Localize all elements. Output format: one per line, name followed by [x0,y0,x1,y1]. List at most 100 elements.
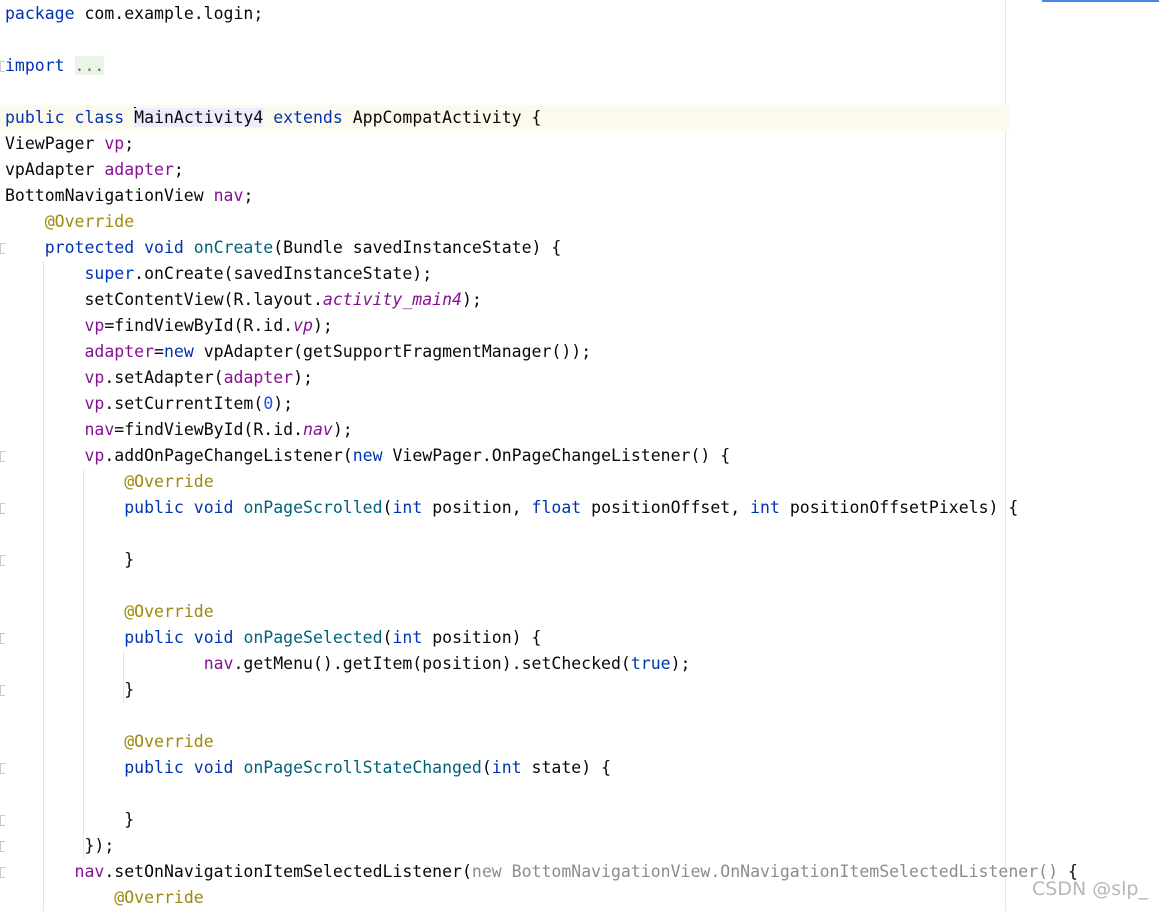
code-token: 0 [263,394,274,413]
code-line[interactable]: public class MainActivity4 extends AppCo… [0,105,1010,131]
code-token: true [630,654,671,673]
code-token: .setOnNavigationItemSelectedListener( [104,862,472,881]
code-line[interactable] [0,27,5,53]
scroll-indicator [1042,0,1159,2]
code-token: nav [303,420,333,439]
code-editor[interactable]: package com.example.login; import ... publ… [0,0,1159,911]
code-token: .setAdapter( [104,368,224,387]
fold-marker[interactable] [0,555,5,566]
fold-marker[interactable] [0,243,5,254]
code-line[interactable]: }); [0,833,114,859]
fold-marker[interactable] [0,867,5,878]
code-token: onCreate [193,238,274,257]
code-line[interactable]: } [0,807,134,833]
code-line[interactable] [0,703,5,729]
code-token: vpAdapter(getSupportFragmentManager()); [193,342,592,361]
code-token: new [163,342,194,361]
code-line[interactable]: vp.addOnPageChangeListener(new ViewPager… [0,443,730,469]
code-token: positionOffsetPixels) { [779,498,1019,517]
code-line[interactable]: adapter=new vpAdapter(getSupportFragment… [0,339,591,365]
code-line[interactable]: vp.setAdapter(adapter); [0,365,313,391]
code-line[interactable] [0,79,5,105]
code-line[interactable]: nav=findViewById(R.id.nav); [0,417,352,443]
code-token: vp [104,134,125,153]
code-token: } [5,810,135,829]
code-token: } [5,550,135,569]
code-token: @Override [124,472,214,491]
code-line[interactable]: public void onPageScrollStateChanged(int… [0,755,611,781]
code-line[interactable]: import ... [0,53,105,79]
code-line[interactable]: } [0,547,134,573]
code-line[interactable]: @Override [0,209,134,235]
indent-guide [43,261,44,911]
code-line[interactable]: nav.getMenu().getItem(position).setCheck… [0,651,691,677]
fold-marker[interactable] [0,815,5,826]
fold-marker[interactable] [0,451,5,462]
code-token: int [491,758,522,777]
code-line[interactable]: public void onPageScrolled(int position,… [0,495,1018,521]
code-line[interactable]: vp=findViewById(R.id.vp); [0,313,333,339]
code-line[interactable] [0,573,5,599]
code-token: @Override [124,602,214,621]
code-token: nav [74,862,105,881]
code-line[interactable]: @Override [0,885,204,911]
code-line[interactable]: @Override [0,599,214,625]
code-token: AppCompatActivity { [342,108,542,127]
code-token: ... [74,56,105,75]
code-token: }); [5,836,115,855]
code-line[interactable]: super.onCreate(savedInstanceState); [0,261,432,287]
code-line[interactable]: setContentView(R.layout.activity_main4); [0,287,481,313]
code-line[interactable] [0,521,5,547]
code-token: ( [382,498,393,517]
code-token: .addOnPageChangeListener( [104,446,353,465]
code-line[interactable]: protected void onCreate(Bundle savedInst… [0,235,562,261]
fold-marker[interactable] [0,763,5,774]
code-token: @Override [114,888,204,907]
code-line[interactable] [0,781,5,807]
code-token: ); [312,316,333,335]
fold-marker[interactable] [0,633,5,644]
code-line[interactable]: ViewPager vp; [0,131,134,157]
code-token: positionOffset, [581,498,751,517]
code-token: ; [173,160,184,179]
code-line[interactable]: @Override [0,729,214,755]
fold-marker[interactable] [0,503,5,514]
code-token: @Override [124,732,214,751]
code-line[interactable]: BottomNavigationView nav; [0,183,253,209]
code-line[interactable]: nav.setOnNavigationItemSelectedListener(… [0,859,1078,885]
fold-marker[interactable] [0,841,5,852]
code-token: .setCurrentItem( [104,394,264,413]
code-token: } [5,680,135,699]
fold-marker[interactable] [0,685,5,696]
code-token: ); [273,394,294,413]
code-token: vp [84,446,105,465]
code-line[interactable]: } [0,677,134,703]
code-line[interactable]: package com.example.login; [0,1,263,27]
code-token: state) { [521,758,612,777]
code-token: ); [670,654,691,673]
fold-marker[interactable] [0,61,5,72]
code-line[interactable]: @Override [0,469,214,495]
code-token: =findViewById(R.id. [104,316,294,335]
code-token: =findViewById(R.id. [114,420,304,439]
code-line[interactable]: public void onPageSelected(int position)… [0,625,541,651]
code-line[interactable]: vpAdapter adapter; [0,157,184,183]
indent-guide [123,651,124,703]
code-token: nav [213,186,244,205]
